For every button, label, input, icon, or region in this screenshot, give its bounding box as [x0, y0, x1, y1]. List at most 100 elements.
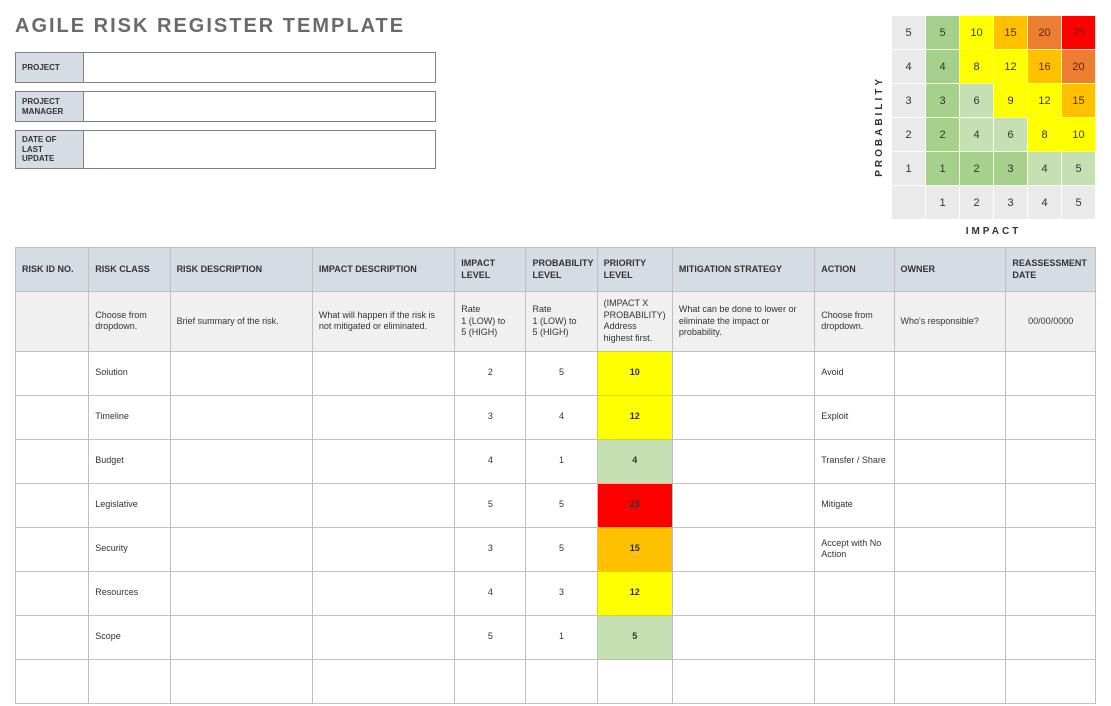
table-row: Timeline 3412 Exploit: [16, 395, 1096, 439]
cell-impact-level[interactable]: 4: [455, 439, 526, 483]
cell-impact-description[interactable]: [312, 659, 454, 703]
cell-risk-id[interactable]: [16, 351, 89, 395]
cell-owner[interactable]: [894, 659, 1006, 703]
cell-probability-level[interactable]: 5: [526, 351, 597, 395]
cell-priority-level[interactable]: 5: [597, 615, 672, 659]
project-label: PROJECT: [16, 53, 84, 83]
cell-reassessment-date[interactable]: [1006, 527, 1096, 571]
cell-risk-description[interactable]: [170, 439, 312, 483]
manager-input[interactable]: [84, 92, 436, 122]
cell-risk-description[interactable]: [170, 615, 312, 659]
cell-risk-id[interactable]: [16, 615, 89, 659]
cell-action[interactable]: Transfer / Share: [815, 439, 894, 483]
cell-reassessment-date[interactable]: [1006, 351, 1096, 395]
cell-risk-id[interactable]: [16, 659, 89, 703]
cell-impact-description[interactable]: [312, 351, 454, 395]
cell-impact-description[interactable]: [312, 395, 454, 439]
cell-impact-description[interactable]: [312, 571, 454, 615]
cell-probability-level[interactable]: 5: [526, 527, 597, 571]
cell-probability-level[interactable]: 1: [526, 615, 597, 659]
cell-risk-description[interactable]: [170, 659, 312, 703]
cell-impact-level[interactable]: 3: [455, 395, 526, 439]
cell-impact-level[interactable]: 2: [455, 351, 526, 395]
cell-priority-level[interactable]: 15: [597, 527, 672, 571]
cell-reassessment-date[interactable]: [1006, 659, 1096, 703]
cell-priority-level[interactable]: 25: [597, 483, 672, 527]
register-header-rdesc: RISK DESCRIPTION: [170, 248, 312, 292]
cell-owner[interactable]: [894, 483, 1006, 527]
cell-reassessment-date[interactable]: [1006, 439, 1096, 483]
cell-impact-description[interactable]: [312, 615, 454, 659]
cell-risk-description[interactable]: [170, 571, 312, 615]
cell-reassessment-date[interactable]: [1006, 571, 1096, 615]
cell-risk-id[interactable]: [16, 571, 89, 615]
cell-priority-level[interactable]: 12: [597, 395, 672, 439]
cell-action[interactable]: Mitigate: [815, 483, 894, 527]
matrix-cell: 12: [1028, 84, 1062, 118]
cell-impact-level[interactable]: 4: [455, 571, 526, 615]
cell-risk-description[interactable]: [170, 527, 312, 571]
cell-mitigation[interactable]: [672, 659, 814, 703]
matrix-table: 5510152025448121620336912152246810112345…: [891, 15, 1096, 220]
cell-action[interactable]: [815, 659, 894, 703]
cell-probability-level[interactable]: 3: [526, 571, 597, 615]
cell-risk-class[interactable]: Security: [89, 527, 170, 571]
cell-priority-level[interactable]: [597, 659, 672, 703]
cell-priority-level[interactable]: 12: [597, 571, 672, 615]
cell-impact-description[interactable]: [312, 483, 454, 527]
cell-action[interactable]: Exploit: [815, 395, 894, 439]
matrix-cell: 5: [926, 16, 960, 50]
cell-risk-id[interactable]: [16, 439, 89, 483]
cell-owner[interactable]: [894, 571, 1006, 615]
cell-risk-id[interactable]: [16, 395, 89, 439]
cell-risk-class[interactable]: Timeline: [89, 395, 170, 439]
cell-action[interactable]: [815, 571, 894, 615]
cell-risk-id[interactable]: [16, 483, 89, 527]
project-input[interactable]: [84, 53, 436, 83]
matrix-cell: 16: [1028, 50, 1062, 84]
cell-risk-class[interactable]: Legislative: [89, 483, 170, 527]
cell-action[interactable]: Avoid: [815, 351, 894, 395]
cell-mitigation[interactable]: [672, 439, 814, 483]
cell-risk-id[interactable]: [16, 527, 89, 571]
cell-reassessment-date[interactable]: [1006, 395, 1096, 439]
cell-owner[interactable]: [894, 351, 1006, 395]
cell-probability-level[interactable]: [526, 659, 597, 703]
cell-mitigation[interactable]: [672, 395, 814, 439]
cell-impact-level[interactable]: 5: [455, 483, 526, 527]
cell-impact-description[interactable]: [312, 439, 454, 483]
cell-owner[interactable]: [894, 615, 1006, 659]
cell-reassessment-date[interactable]: [1006, 483, 1096, 527]
cell-priority-level[interactable]: 10: [597, 351, 672, 395]
cell-mitigation[interactable]: [672, 527, 814, 571]
cell-risk-class[interactable]: Scope: [89, 615, 170, 659]
cell-risk-description[interactable]: [170, 395, 312, 439]
cell-risk-class[interactable]: Budget: [89, 439, 170, 483]
cell-risk-class[interactable]: [89, 659, 170, 703]
cell-risk-description[interactable]: [170, 351, 312, 395]
cell-risk-class[interactable]: Resources: [89, 571, 170, 615]
cell-probability-level[interactable]: 1: [526, 439, 597, 483]
cell-mitigation[interactable]: [672, 571, 814, 615]
cell-reassessment-date[interactable]: [1006, 615, 1096, 659]
cell-owner[interactable]: [894, 395, 1006, 439]
matrix-blank: [892, 186, 926, 220]
cell-risk-class[interactable]: Solution: [89, 351, 170, 395]
cell-action[interactable]: [815, 615, 894, 659]
cell-impact-level[interactable]: 5: [455, 615, 526, 659]
cell-impact-level[interactable]: 3: [455, 527, 526, 571]
date-input[interactable]: [84, 131, 436, 169]
cell-probability-level[interactable]: 5: [526, 483, 597, 527]
cell-impact-description[interactable]: [312, 527, 454, 571]
cell-mitigation[interactable]: [672, 615, 814, 659]
cell-owner[interactable]: [894, 439, 1006, 483]
cell-risk-description[interactable]: [170, 483, 312, 527]
cell-mitigation[interactable]: [672, 351, 814, 395]
cell-impact-level[interactable]: [455, 659, 526, 703]
cell-owner[interactable]: [894, 527, 1006, 571]
cell-priority-level[interactable]: 4: [597, 439, 672, 483]
meta-manager: PROJECT MANAGER: [15, 91, 436, 122]
cell-action[interactable]: Accept with No Action: [815, 527, 894, 571]
cell-mitigation[interactable]: [672, 483, 814, 527]
cell-probability-level[interactable]: 4: [526, 395, 597, 439]
